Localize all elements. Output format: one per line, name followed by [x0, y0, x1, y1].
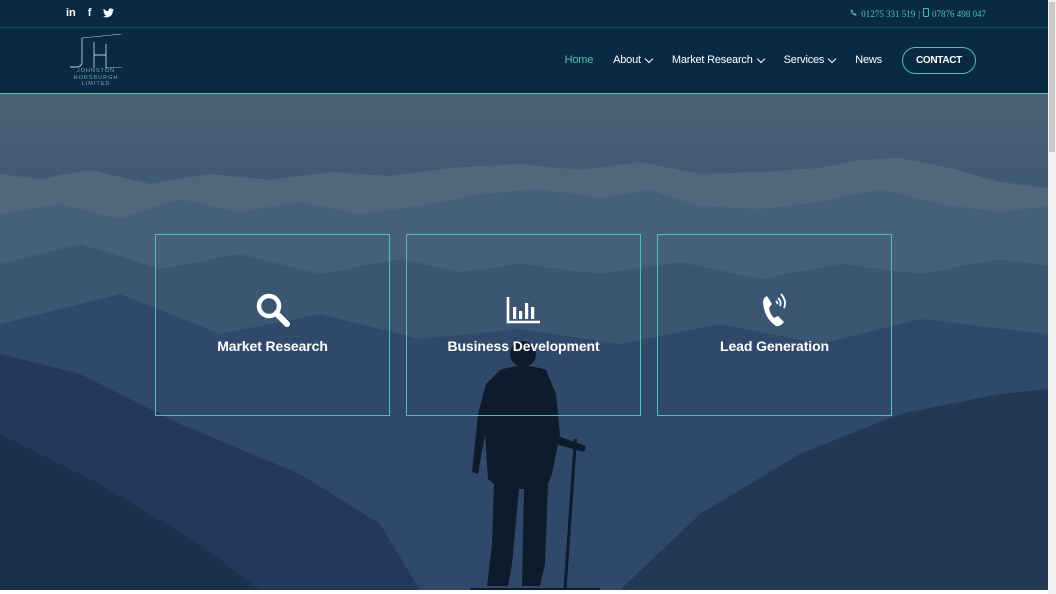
nav-home[interactable]: Home	[565, 46, 594, 74]
bar-chart-icon	[506, 291, 542, 329]
separator: |	[918, 8, 920, 19]
nav-about[interactable]: About	[613, 46, 654, 74]
contact-info: 01275 331 519 | 07876 498 047	[850, 8, 986, 19]
social-links: in f	[66, 6, 115, 20]
site-header: JOHNSTON HORSBURGH LIMITED Home About Ma…	[0, 28, 1048, 94]
phone-icon	[760, 291, 790, 329]
logo-text: JOHNSTON HORSBURGH LIMITED	[68, 68, 124, 88]
top-bar: in f 01275 331 519 | 07876 498 047	[0, 0, 1048, 28]
nav-about-label: About	[613, 54, 641, 66]
service-card-business-development[interactable]: Business Development	[406, 234, 641, 416]
contact-button[interactable]: CONTACT	[901, 46, 976, 74]
logo-mark	[70, 34, 123, 68]
phone-number[interactable]: 01275 331 519	[861, 9, 915, 19]
scrollbar-thumb[interactable]	[1049, 2, 1055, 152]
mobile-number[interactable]: 07876 498 047	[932, 9, 986, 19]
mobile-icon	[923, 8, 929, 19]
service-card-lead-generation[interactable]: Lead Generation	[657, 234, 892, 416]
nav-market-research[interactable]: Market Research	[671, 46, 765, 74]
main-nav: Home About Market Research Services News…	[545, 46, 976, 74]
scrollbar[interactable]	[1048, 0, 1056, 594]
chevron-down-icon	[644, 54, 654, 63]
chevron-down-icon	[827, 54, 837, 63]
phone-icon	[850, 9, 858, 19]
card-label: Business Development	[447, 338, 600, 354]
nav-news[interactable]: News	[855, 46, 882, 74]
nav-home-label: Home	[564, 54, 594, 66]
card-label: Lead Generation	[720, 338, 829, 354]
card-label: Market Research	[217, 338, 328, 354]
search-icon	[255, 291, 291, 329]
company-logo[interactable]: JOHNSTON HORSBURGH LIMITED	[68, 34, 124, 88]
chevron-down-icon	[756, 54, 765, 63]
page-bottom-edge	[0, 590, 1048, 594]
twitter-icon[interactable]	[103, 6, 115, 20]
service-card-market-research[interactable]: Market Research	[155, 234, 390, 416]
linkedin-icon[interactable]: in	[66, 6, 76, 20]
nav-market-research-label: Market Research	[671, 54, 753, 66]
facebook-icon[interactable]: f	[88, 6, 92, 20]
nav-news-label: News	[855, 54, 882, 66]
nav-services-label: Services	[783, 54, 825, 66]
nav-services[interactable]: Services	[783, 46, 837, 74]
logo-line-3: LIMITED	[81, 81, 111, 87]
